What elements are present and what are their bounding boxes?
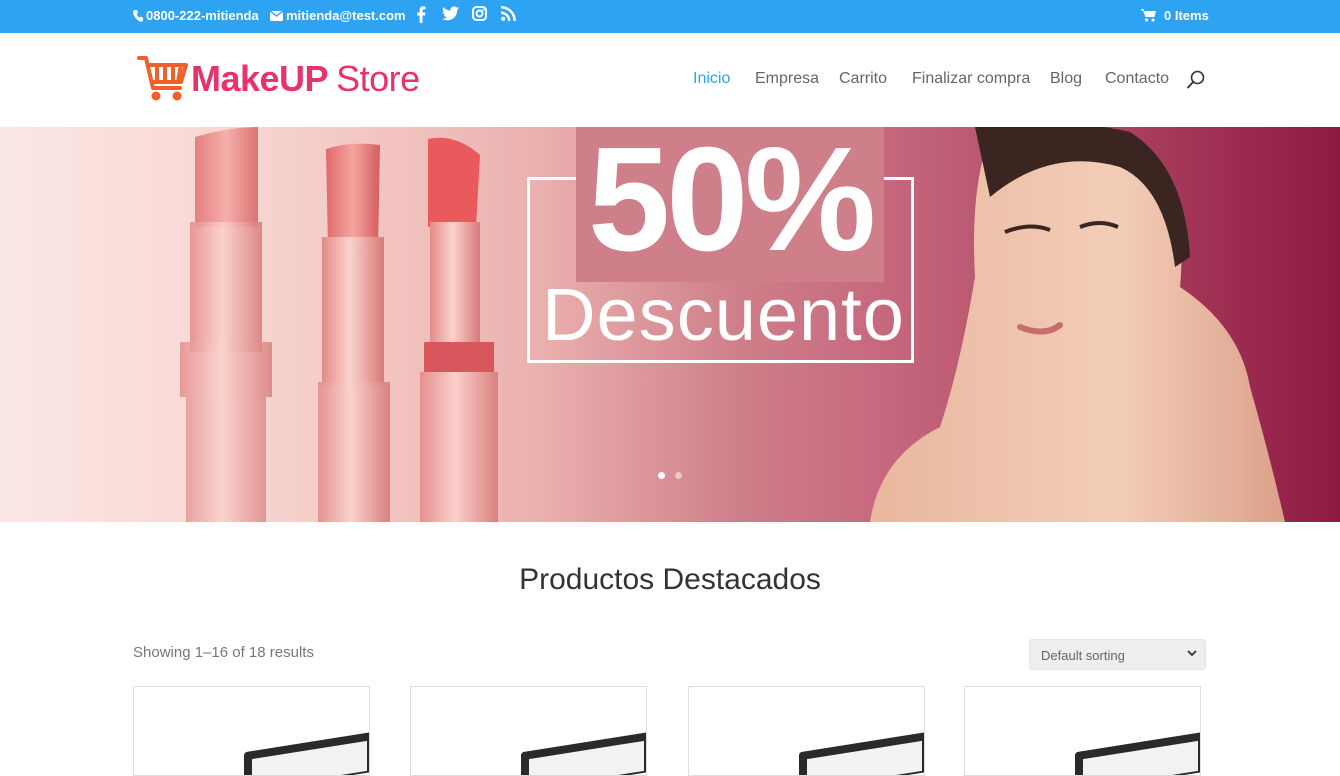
search-icon[interactable] [1186, 70, 1206, 90]
main-header: MakeUP Store Inicio Empresa Carrito Final… [0, 33, 1340, 127]
results-count: Showing 1–16 of 18 results [133, 644, 314, 661]
top-bar: 0800-222-mitienda mitienda@test.com 0 It… [0, 0, 1340, 33]
shopping-cart-logo-icon [137, 56, 188, 101]
logo-text: MakeUP Store [191, 58, 420, 100]
cart-link[interactable]: 0 Items [1141, 8, 1209, 23]
promo-percent: 50% [560, 127, 900, 282]
product-card[interactable] [688, 686, 925, 776]
promo-label: Descuento [542, 273, 905, 356]
email-contact[interactable]: mitienda@test.com [270, 8, 406, 23]
slider-dot-1[interactable] [658, 472, 665, 479]
product-card[interactable] [133, 686, 370, 776]
site-logo[interactable]: MakeUP Store [137, 53, 420, 105]
nav-carrito[interactable]: Carrito [839, 70, 887, 88]
nav-contacto[interactable]: Contacto [1105, 70, 1169, 88]
cart-count: 0 Items [1164, 8, 1209, 23]
promo-percent-value: 50% [575, 127, 885, 282]
sorting-value: Default sorting [1041, 648, 1125, 663]
slider-dot-2[interactable] [675, 472, 682, 479]
section-title: Productos Destacados [519, 563, 821, 596]
cart-icon [1141, 9, 1156, 22]
nav-blog[interactable]: Blog [1050, 70, 1082, 88]
envelope-icon [270, 10, 283, 21]
logo-store: Store [336, 58, 420, 99]
facebook-icon[interactable] [416, 6, 426, 23]
email-address: mitienda@test.com [286, 8, 406, 23]
phone-icon [133, 9, 143, 22]
sorting-select[interactable]: Default sorting [1029, 639, 1206, 670]
product-card[interactable] [410, 686, 647, 776]
hero-slider[interactable]: 50% Descuento [0, 127, 1340, 522]
phone-number: 0800-222-mitienda [146, 8, 259, 23]
phone-contact[interactable]: 0800-222-mitienda [133, 8, 259, 23]
nav-finalizar-compra[interactable]: Finalizar compra [912, 70, 1030, 88]
instagram-icon[interactable] [472, 6, 487, 21]
nav-empresa[interactable]: Empresa [755, 70, 819, 88]
logo-make: MakeUP [191, 58, 329, 99]
chevron-down-icon [1187, 650, 1197, 657]
nav-inicio[interactable]: Inicio [693, 70, 730, 88]
twitter-icon[interactable] [442, 6, 459, 21]
rss-icon[interactable] [501, 6, 516, 21]
product-card[interactable] [964, 686, 1201, 776]
